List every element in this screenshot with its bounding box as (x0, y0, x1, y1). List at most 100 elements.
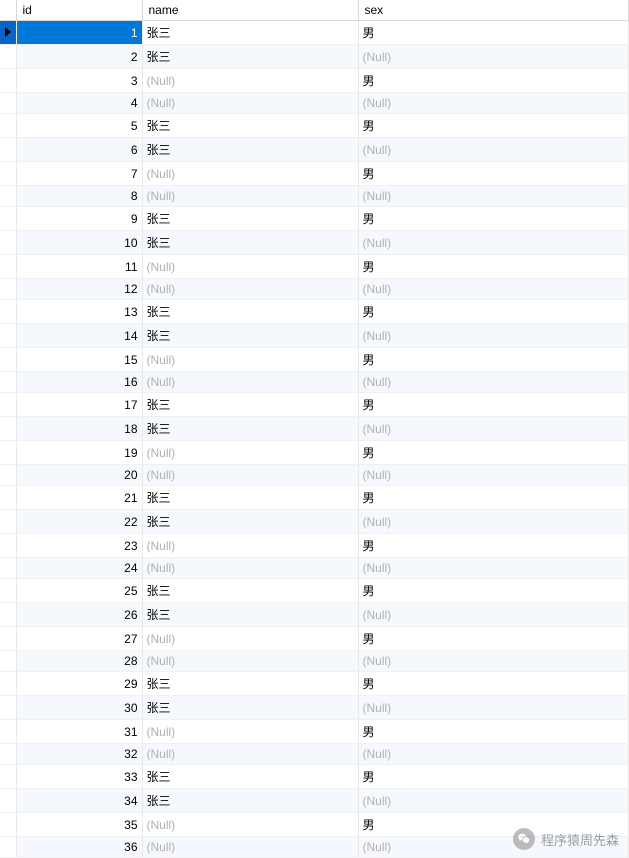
table-row[interactable]: 2张三(Null) (0, 45, 629, 69)
cell-id[interactable]: 35 (16, 813, 142, 837)
cell-id[interactable]: 31 (16, 720, 142, 744)
cell-name[interactable]: (Null) (142, 465, 358, 486)
table-row[interactable]: 34张三(Null) (0, 789, 629, 813)
table-row[interactable]: 7(Null)男 (0, 162, 629, 186)
table-row[interactable]: 15(Null)男 (0, 348, 629, 372)
cell-id[interactable]: 20 (16, 465, 142, 486)
cell-name[interactable]: 张三 (142, 300, 358, 324)
cell-id[interactable]: 30 (16, 696, 142, 720)
table-row[interactable]: 19(Null)男 (0, 441, 629, 465)
cell-id[interactable]: 7 (16, 162, 142, 186)
cell-name[interactable]: 张三 (142, 603, 358, 627)
cell-sex[interactable]: 男 (358, 348, 629, 372)
table-row[interactable]: 25张三男 (0, 579, 629, 603)
cell-name[interactable]: 张三 (142, 696, 358, 720)
table-row[interactable]: 29张三男 (0, 672, 629, 696)
cell-name[interactable]: (Null) (142, 186, 358, 207)
cell-sex[interactable]: (Null) (358, 93, 629, 114)
cell-sex[interactable]: 男 (358, 765, 629, 789)
table-row[interactable]: 18张三(Null) (0, 417, 629, 441)
table-row[interactable]: 11(Null)男 (0, 255, 629, 279)
cell-name[interactable]: (Null) (142, 69, 358, 93)
cell-id[interactable]: 22 (16, 510, 142, 534)
cell-name[interactable]: 张三 (142, 579, 358, 603)
table-row[interactable]: 8(Null)(Null) (0, 186, 629, 207)
cell-sex[interactable]: 男 (358, 441, 629, 465)
cell-id[interactable]: 17 (16, 393, 142, 417)
cell-name[interactable]: (Null) (142, 837, 358, 858)
cell-name[interactable]: (Null) (142, 372, 358, 393)
table-row[interactable]: 17张三男 (0, 393, 629, 417)
cell-name[interactable]: (Null) (142, 744, 358, 765)
cell-sex[interactable]: (Null) (358, 558, 629, 579)
table-row[interactable]: 10张三(Null) (0, 231, 629, 255)
table-row[interactable]: 21张三男 (0, 486, 629, 510)
cell-sex[interactable]: 男 (358, 300, 629, 324)
cell-id[interactable]: 18 (16, 417, 142, 441)
cell-id[interactable]: 3 (16, 69, 142, 93)
table-row[interactable]: 3(Null)男 (0, 69, 629, 93)
cell-sex[interactable]: (Null) (358, 231, 629, 255)
cell-name[interactable]: 张三 (142, 231, 358, 255)
cell-name[interactable]: 张三 (142, 324, 358, 348)
cell-id[interactable]: 2 (16, 45, 142, 69)
cell-name[interactable]: 张三 (142, 21, 358, 45)
table-row[interactable]: 23(Null)男 (0, 534, 629, 558)
header-sex[interactable]: sex (358, 0, 629, 21)
cell-name[interactable]: 张三 (142, 789, 358, 813)
cell-id[interactable]: 27 (16, 627, 142, 651)
cell-name[interactable]: 张三 (142, 417, 358, 441)
cell-name[interactable]: (Null) (142, 651, 358, 672)
data-grid[interactable]: id name sex 1张三男2张三(Null)3(Null)男4(Null)… (0, 0, 629, 858)
cell-id[interactable]: 16 (16, 372, 142, 393)
cell-sex[interactable]: (Null) (358, 465, 629, 486)
cell-name[interactable]: 张三 (142, 207, 358, 231)
cell-sex[interactable]: 男 (358, 579, 629, 603)
table-row[interactable]: 27(Null)男 (0, 627, 629, 651)
cell-sex[interactable]: 男 (358, 69, 629, 93)
table-row[interactable]: 26张三(Null) (0, 603, 629, 627)
cell-name[interactable]: 张三 (142, 393, 358, 417)
cell-id[interactable]: 32 (16, 744, 142, 765)
table-row[interactable]: 9张三男 (0, 207, 629, 231)
cell-id[interactable]: 6 (16, 138, 142, 162)
cell-id[interactable]: 8 (16, 186, 142, 207)
cell-name[interactable]: (Null) (142, 627, 358, 651)
cell-id[interactable]: 26 (16, 603, 142, 627)
cell-sex[interactable]: (Null) (358, 837, 629, 858)
table-row[interactable]: 4(Null)(Null) (0, 93, 629, 114)
cell-name[interactable]: (Null) (142, 441, 358, 465)
cell-sex[interactable]: (Null) (358, 651, 629, 672)
table-row[interactable]: 33张三男 (0, 765, 629, 789)
cell-sex[interactable]: 男 (358, 813, 629, 837)
table-row[interactable]: 36(Null)(Null) (0, 837, 629, 858)
cell-id[interactable]: 36 (16, 837, 142, 858)
cell-id[interactable]: 33 (16, 765, 142, 789)
cell-id[interactable]: 28 (16, 651, 142, 672)
cell-sex[interactable]: 男 (358, 720, 629, 744)
cell-sex[interactable]: (Null) (358, 417, 629, 441)
cell-id[interactable]: 15 (16, 348, 142, 372)
cell-sex[interactable]: (Null) (358, 510, 629, 534)
cell-id[interactable]: 34 (16, 789, 142, 813)
cell-name[interactable]: 张三 (142, 672, 358, 696)
cell-id[interactable]: 9 (16, 207, 142, 231)
cell-name[interactable]: (Null) (142, 534, 358, 558)
table-row[interactable]: 14张三(Null) (0, 324, 629, 348)
table-row[interactable]: 22张三(Null) (0, 510, 629, 534)
cell-sex[interactable]: (Null) (358, 696, 629, 720)
cell-sex[interactable]: (Null) (358, 45, 629, 69)
cell-sex[interactable]: (Null) (358, 324, 629, 348)
cell-sex[interactable]: 男 (358, 486, 629, 510)
table-row[interactable]: 1张三男 (0, 21, 629, 45)
cell-sex[interactable]: (Null) (358, 138, 629, 162)
table-row[interactable]: 12(Null)(Null) (0, 279, 629, 300)
table-row[interactable]: 16(Null)(Null) (0, 372, 629, 393)
cell-sex[interactable]: 男 (358, 627, 629, 651)
cell-name[interactable]: (Null) (142, 162, 358, 186)
cell-sex[interactable]: 男 (358, 393, 629, 417)
cell-name[interactable]: 张三 (142, 486, 358, 510)
cell-sex[interactable]: 男 (358, 114, 629, 138)
cell-sex[interactable]: (Null) (358, 744, 629, 765)
cell-name[interactable]: 张三 (142, 45, 358, 69)
